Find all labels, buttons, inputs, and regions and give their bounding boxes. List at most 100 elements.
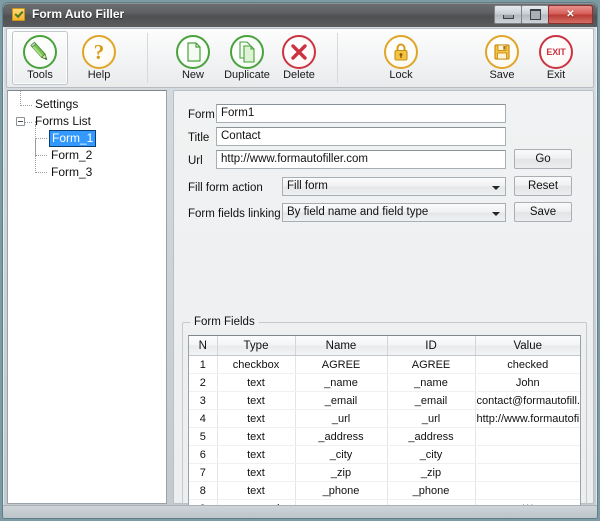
column-header-name[interactable]: Name <box>295 336 388 356</box>
save-label: Save <box>489 69 515 81</box>
fill-form-action-label: Fill form action <box>188 182 263 194</box>
column-header-n[interactable]: N <box>189 336 218 356</box>
window-title: Form Auto Filler <box>32 7 125 21</box>
tree-item-form-1-label: Form_1 <box>49 130 97 147</box>
exit-icon: EXIT <box>539 35 573 69</box>
form-fields-grid[interactable]: N Type Name ID Value 1 checkbox AGREE AGREE… <box>188 335 581 518</box>
table-row[interactable]: 6 text _city _city <box>189 445 580 464</box>
tree-item-forms-list[interactable]: Forms List <box>8 113 166 130</box>
row-name: _name <box>295 373 388 392</box>
tree-connector <box>35 121 47 139</box>
document-icon <box>176 35 210 69</box>
row-id: _name <box>387 373 476 392</box>
form-fields-linking-select[interactable]: By field name and field type <box>282 203 506 222</box>
row-type: text <box>217 373 296 392</box>
forms-tree-panel: Settings Forms List Form_1 Form_2 Form_3 <box>7 90 167 504</box>
tools-label: Tools <box>27 69 53 81</box>
form-name-input[interactable]: Form1 <box>216 104 506 123</box>
duplicate-button[interactable]: Duplicate <box>219 31 275 85</box>
tools-button[interactable]: Tools <box>12 31 68 85</box>
pencil-icon <box>23 35 57 69</box>
row-id: _zip <box>387 463 476 482</box>
table-row[interactable]: 4text_url_urlhttp://www.formautofill.c <box>189 409 580 428</box>
row-number: 2 <box>189 373 218 392</box>
row-id: _address <box>387 427 476 446</box>
row-type: text <box>217 391 296 410</box>
exit-button[interactable]: EXIT Exit <box>528 31 584 85</box>
status-strip <box>3 505 597 518</box>
row-number: 3 <box>189 391 218 410</box>
help-label: Help <box>87 69 111 81</box>
row-type: text <box>217 409 296 428</box>
tree-item-form-1[interactable]: Form_1 <box>8 121 166 147</box>
form-fields-table: N Type Name ID Value 1 checkbox AGREE AGREE… <box>189 336 580 518</box>
lock-button[interactable]: Lock <box>373 31 429 85</box>
table-row[interactable]: 1 checkbox AGREE AGREE checked <box>189 355 580 374</box>
form-title-input[interactable]: Contact <box>216 127 506 146</box>
fill-form-action-select[interactable]: Fill form <box>282 177 506 196</box>
column-header-id[interactable]: ID <box>387 336 476 356</box>
table-row[interactable]: 7 text _zip _zip <box>189 463 580 482</box>
table-header-row: N Type Name ID Value <box>189 336 580 356</box>
form-fields-linking-label: Form fields linking <box>188 208 281 220</box>
form-url-input[interactable]: http://www.formautofiller.com <box>216 150 506 169</box>
new-label: New <box>181 69 204 81</box>
save-settings-button[interactable]: Save <box>514 202 572 222</box>
row-value: http://www.formautofill.c <box>475 409 580 428</box>
row-type: text <box>217 481 296 500</box>
save-button[interactable]: Save <box>474 31 530 85</box>
table-row[interactable]: 2 text _name _name John <box>189 373 580 392</box>
table-row[interactable]: 5 text _address _address <box>189 427 580 446</box>
table-row[interactable]: 3text_email_emailcontact@formautofill.co <box>189 391 580 410</box>
table-body: 1 checkbox AGREE AGREE checked 2 text _name _nam… <box>189 355 580 518</box>
row-name: AGREE <box>295 355 388 374</box>
forms-tree: Settings Forms List Form_1 Form_2 Form_3 <box>8 91 166 181</box>
tree-item-settings[interactable]: Settings <box>8 91 166 113</box>
column-header-type[interactable]: Type <box>217 336 296 356</box>
row-type: text <box>217 445 296 464</box>
lock-label: Lock <box>389 69 413 81</box>
x-cross-icon <box>282 35 316 69</box>
row-name: _url <box>295 409 388 428</box>
form-title-label: Title <box>188 132 210 144</box>
close-button[interactable]: ✕ <box>548 5 593 24</box>
help-button[interactable]: ? Help <box>71 31 127 85</box>
tree-connector <box>20 91 32 106</box>
maximize-button[interactable] <box>521 5 549 24</box>
tree-item-form-2[interactable]: Form_2 <box>8 138 166 164</box>
row-id: AGREE <box>387 355 476 374</box>
row-number: 4 <box>189 409 218 428</box>
main-toolbar: Tools ? Help New Duplicate Delete Lock S… <box>6 28 594 88</box>
toolbar-separator <box>147 33 148 83</box>
copy-documents-icon <box>230 35 264 69</box>
column-header-value[interactable]: Value <box>475 336 580 356</box>
chevron-down-icon <box>492 186 500 190</box>
toolbar-separator-2 <box>337 33 338 83</box>
form-fields-groupbox: Form Fields N Type Name ID Value 1 check… <box>182 316 587 518</box>
reset-button[interactable]: Reset <box>514 176 572 196</box>
go-button[interactable]: Go <box>514 149 572 169</box>
row-value <box>475 445 580 464</box>
row-id: _phone <box>387 481 476 500</box>
row-type: text <box>217 463 296 482</box>
exit-label: Exit <box>546 69 566 81</box>
new-button[interactable]: New <box>165 31 221 85</box>
title-bar: Form Auto Filler ✕ <box>3 3 597 27</box>
collapse-expander-icon[interactable] <box>16 117 25 126</box>
duplicate-label: Duplicate <box>224 69 270 81</box>
row-value: checked <box>475 355 580 374</box>
row-id: _url <box>387 409 476 428</box>
app-window: Form Auto Filler ✕ Tools ? Help New Dupl… <box>2 2 598 519</box>
row-name: _email <box>295 391 388 410</box>
form-url-label: Url <box>188 155 203 167</box>
row-number: 7 <box>189 463 218 482</box>
row-id: _city <box>387 445 476 464</box>
table-row[interactable]: 8 text _phone _phone <box>189 481 580 500</box>
tree-item-settings-label: Settings <box>35 97 79 111</box>
tree-connector <box>35 138 47 156</box>
row-name: _city <box>295 445 388 464</box>
delete-button[interactable]: Delete <box>271 31 327 85</box>
tree-item-form-3[interactable]: Form_3 <box>8 155 166 181</box>
minimize-button[interactable] <box>494 5 522 24</box>
row-name: _phone <box>295 481 388 500</box>
